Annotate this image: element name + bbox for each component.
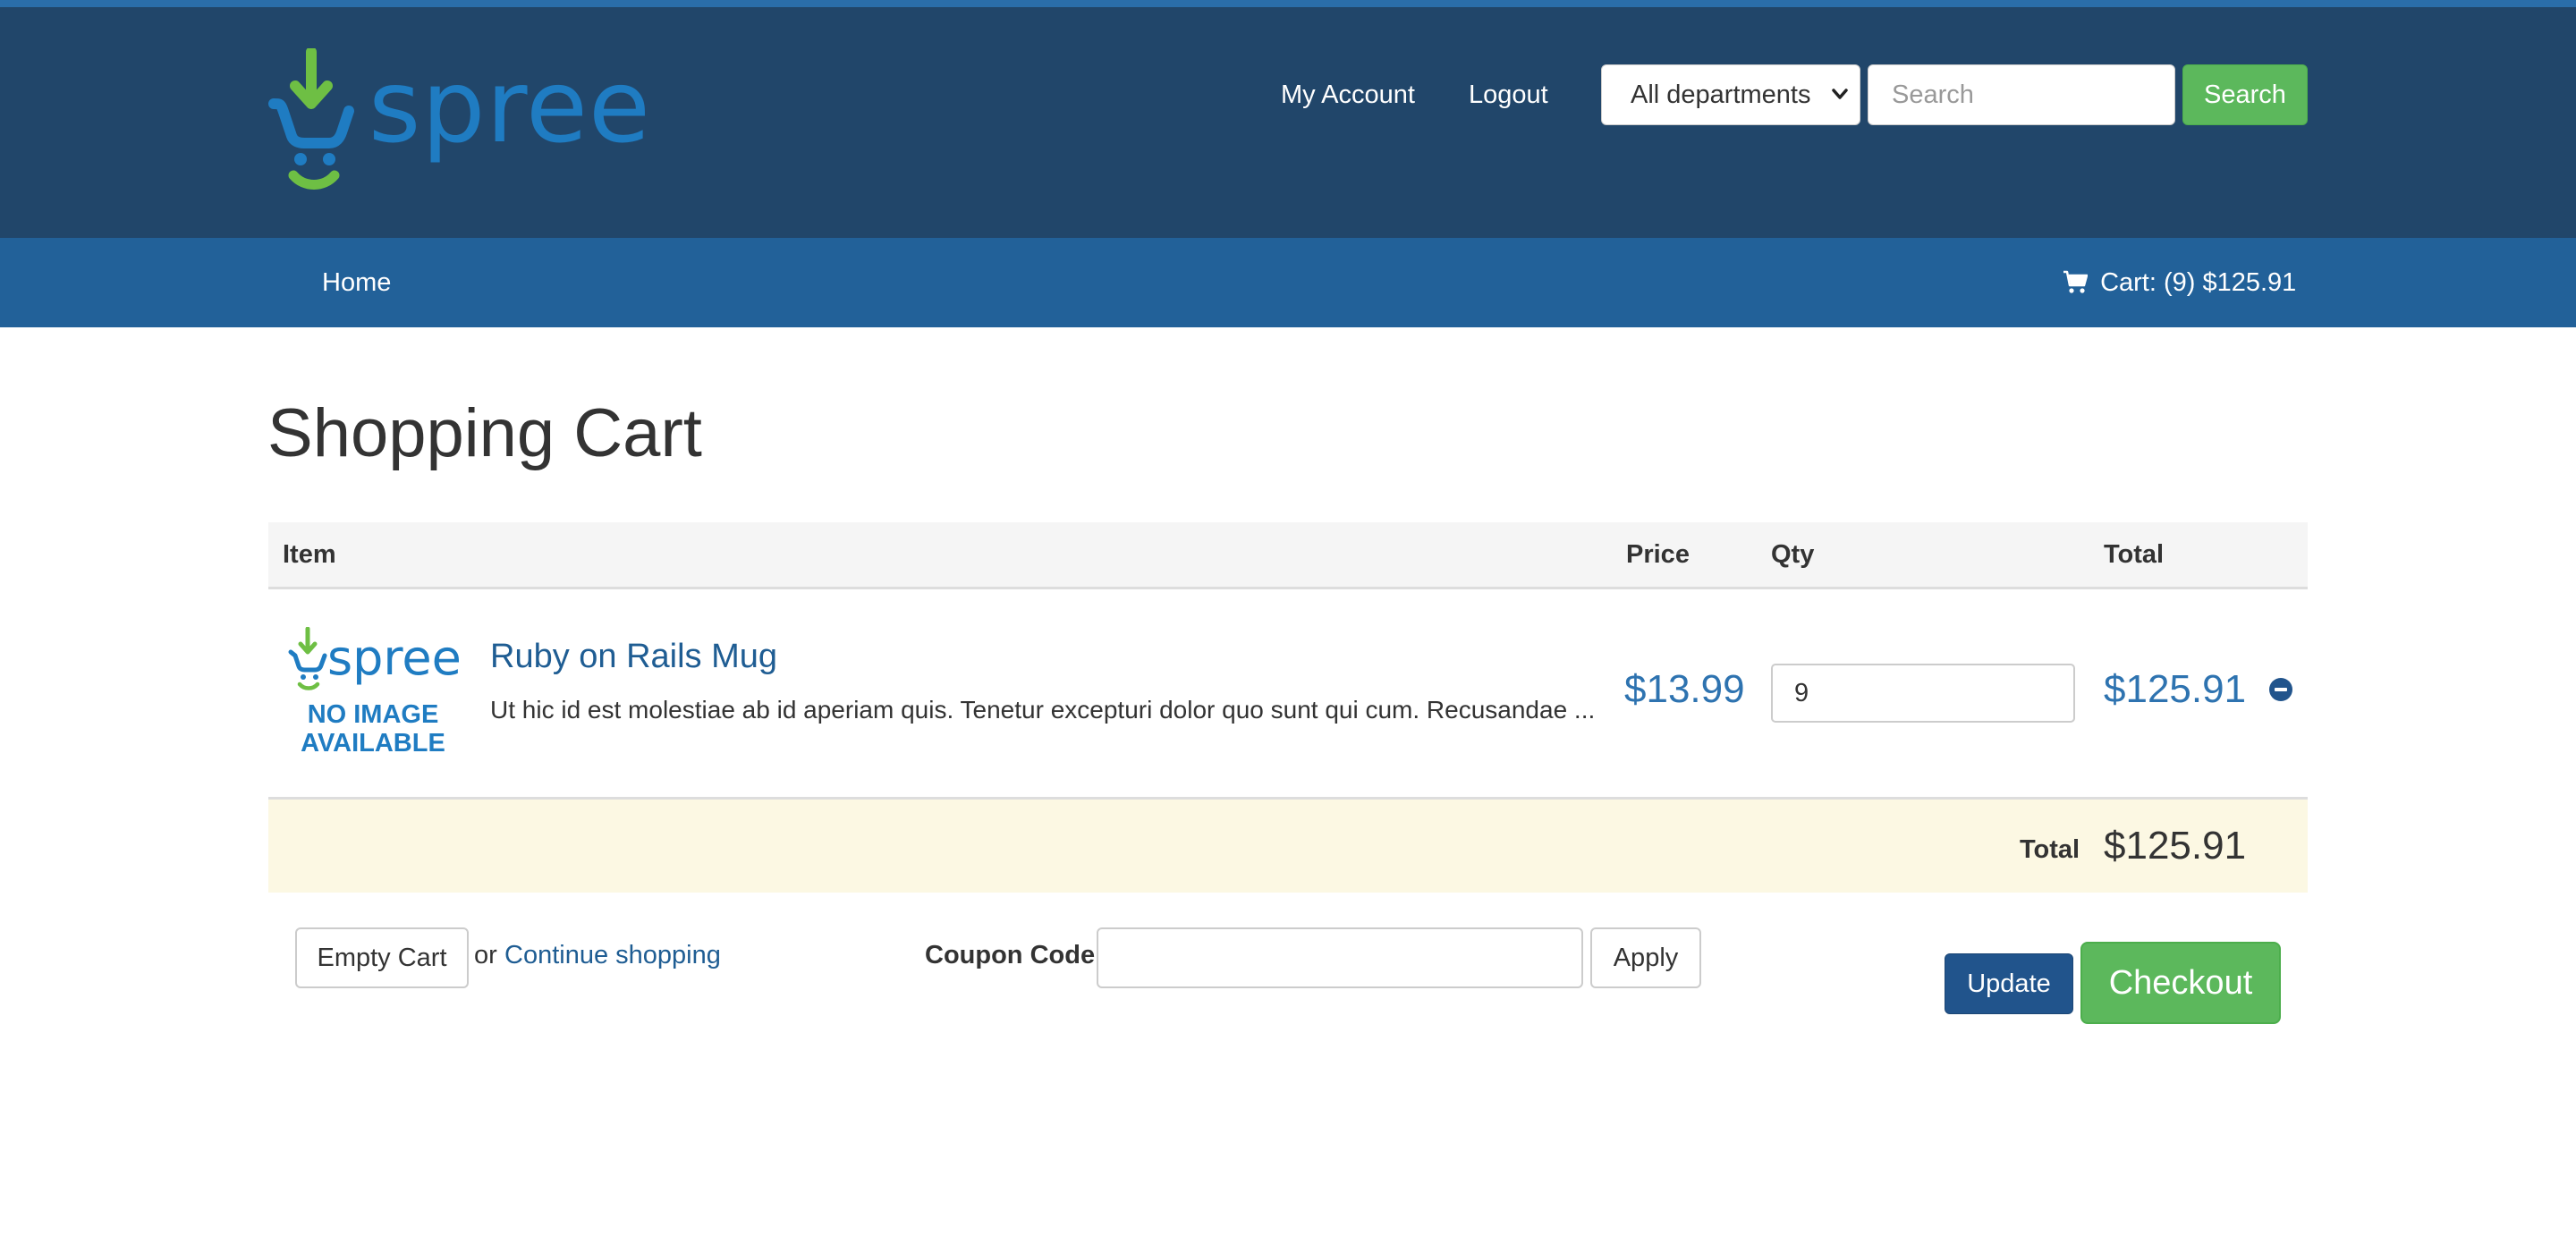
cart-line-item: spree NO IMAGE AVAILABLE Ruby on Rails M… (268, 589, 2308, 800)
product-thumbnail[interactable]: spree NO IMAGE AVAILABLE (288, 627, 462, 768)
order-total-value: $125.91 (2104, 824, 2247, 868)
search-input[interactable]: Search (1868, 64, 2175, 125)
empty-cart-button[interactable]: Empty Cart (295, 927, 469, 988)
top-accent-strip (0, 0, 2576, 7)
product-name-link[interactable]: Ruby on Rails Mug (490, 634, 777, 679)
column-header-total: Total (2104, 540, 2165, 569)
main-navbar: Home Cart: (9) $125.91 (0, 238, 2576, 327)
quantity-input[interactable]: 9 (1771, 664, 2075, 723)
coupon-code-input[interactable] (1097, 927, 1583, 988)
spree-cart-icon (268, 48, 354, 190)
order-total-bar: Total $125.91 (268, 800, 2308, 893)
checkout-button[interactable]: Checkout (2080, 942, 2281, 1024)
department-select-value: All departments (1631, 80, 1811, 109)
quantity-value: 9 (1794, 679, 1809, 707)
nav-home-link[interactable]: Home (322, 264, 391, 301)
order-total-label: Total (2020, 835, 2080, 864)
continue-shopping-link[interactable]: Continue shopping (504, 937, 721, 973)
spree-cart-icon (288, 627, 327, 690)
minus-circle-icon[interactable] (2268, 677, 2293, 702)
my-account-link[interactable]: My Account (1281, 77, 1415, 113)
cart-table-header: Item Price Qty Total (268, 522, 2308, 589)
cart-link[interactable]: Cart: (9) $125.91 (2063, 264, 2296, 301)
column-header-qty: Qty (1771, 540, 1815, 569)
line-total: $125.91 (2104, 667, 2247, 711)
no-image-text: NO IMAGE AVAILABLE (301, 700, 445, 758)
site-header: spree My Account Logout All departments … (0, 7, 2576, 238)
department-select[interactable]: All departments (1601, 64, 1860, 125)
thumbnail-logo-wordmark: spree (327, 630, 462, 686)
logo-wordmark: spree (369, 49, 651, 165)
search-placeholder: Search (1892, 80, 1974, 109)
page-title: Shopping Cart (267, 395, 702, 471)
logout-link[interactable]: Logout (1469, 77, 1548, 113)
or-text: or (474, 941, 497, 969)
apply-coupon-button[interactable]: Apply (1590, 927, 1701, 988)
search-button[interactable]: Search (2182, 64, 2308, 125)
cart-summary: Cart: (9) $125.91 (2100, 268, 2297, 297)
column-header-price: Price (1626, 540, 1690, 569)
shopping-cart-icon (2063, 270, 2089, 293)
update-button[interactable]: Update (1945, 953, 2073, 1014)
chevron-down-icon (1831, 65, 1849, 148)
unit-price: $13.99 (1624, 667, 1745, 711)
coupon-code-label: Coupon Code (925, 941, 1096, 969)
spree-logo[interactable]: spree (268, 48, 650, 191)
column-header-item: Item (283, 540, 336, 569)
